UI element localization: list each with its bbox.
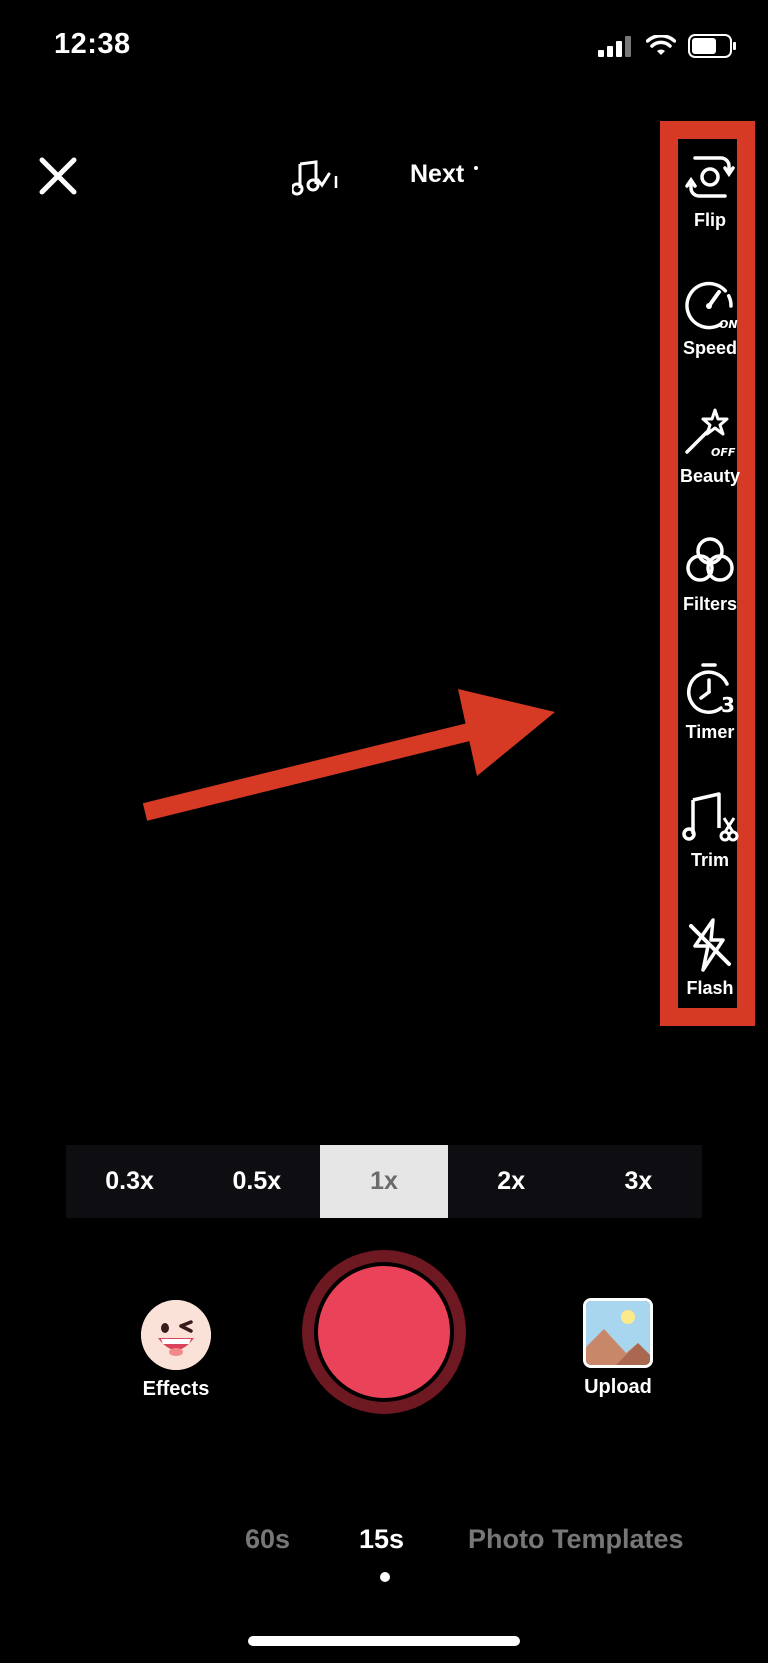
flip-camera-icon: [685, 156, 735, 198]
toolbar-item-timer[interactable]: 3 Timer: [660, 660, 760, 743]
home-indicator[interactable]: [248, 1636, 520, 1646]
beauty-wand-icon: OFF: [685, 408, 736, 459]
toolbar-item-trim[interactable]: Trim: [660, 788, 760, 871]
annotation-arrow: [142, 689, 555, 821]
next-button[interactable]: Next: [410, 160, 464, 189]
winking-face-icon: [141, 1300, 211, 1370]
toolbar-label: Timer: [685, 722, 735, 742]
trim-music-icon: [682, 792, 739, 842]
timer-icon: 3: [687, 663, 735, 717]
toolbar-label: Trim: [690, 850, 729, 870]
toolbar-label: Filters: [682, 594, 738, 614]
zoom-option-2x[interactable]: 2x: [448, 1145, 575, 1218]
toolbar-label: Beauty: [679, 466, 741, 486]
gallery-thumbnail-icon: [583, 1298, 653, 1368]
zoom-selector: 0.3x 0.5x 1x 2x 3x: [66, 1145, 702, 1218]
wifi-icon: [646, 35, 676, 55]
cellular-signal-icon: [598, 36, 631, 57]
zoom-option-3x[interactable]: 3x: [575, 1145, 702, 1218]
toolbar-label: Flash: [686, 978, 734, 998]
speed-badge: ON: [719, 318, 738, 331]
toolbar-item-flash[interactable]: Flash: [660, 916, 760, 999]
toolbar-item-filters[interactable]: Filters: [660, 532, 760, 615]
upload-label: Upload: [584, 1376, 652, 1398]
mode-selected-indicator: [380, 1572, 390, 1582]
zoom-option-0.5x[interactable]: 0.5x: [193, 1145, 320, 1218]
zoom-option-0.3x[interactable]: 0.3x: [66, 1145, 193, 1218]
toolbar-item-beauty[interactable]: OFF Beauty: [660, 404, 760, 487]
toolbar-item-speed[interactable]: ON Speed: [660, 276, 760, 359]
toolbar-label: Speed: [682, 338, 738, 358]
beauty-badge: OFF: [711, 446, 736, 459]
mode-tab-15s[interactable]: 15s: [359, 1524, 404, 1555]
effects-button[interactable]: Effects: [112, 1300, 240, 1401]
toolbar-item-flip[interactable]: Flip: [660, 148, 760, 231]
upload-button[interactable]: Upload: [568, 1298, 668, 1399]
status-icons: [598, 34, 738, 58]
speed-icon: ON: [685, 281, 738, 331]
toolbar-label: Flip: [694, 210, 726, 230]
record-button[interactable]: [302, 1250, 466, 1414]
mode-tab-60s[interactable]: 60s: [245, 1524, 290, 1555]
filters-icon: [686, 537, 734, 582]
close-icon[interactable]: [36, 154, 80, 198]
next-indicator-dot: [474, 166, 478, 170]
timer-badge: 3: [721, 693, 735, 717]
record-button-inner: [318, 1266, 450, 1398]
effects-label: Effects: [142, 1378, 210, 1400]
flash-off-icon: [689, 918, 731, 972]
status-time: 12:38: [54, 28, 131, 60]
music-note-check-icon[interactable]: [292, 160, 340, 196]
mode-tab-photo-templates[interactable]: Photo Templates: [468, 1524, 684, 1555]
zoom-option-1x[interactable]: 1x: [320, 1145, 448, 1218]
battery-icon: [688, 34, 736, 58]
